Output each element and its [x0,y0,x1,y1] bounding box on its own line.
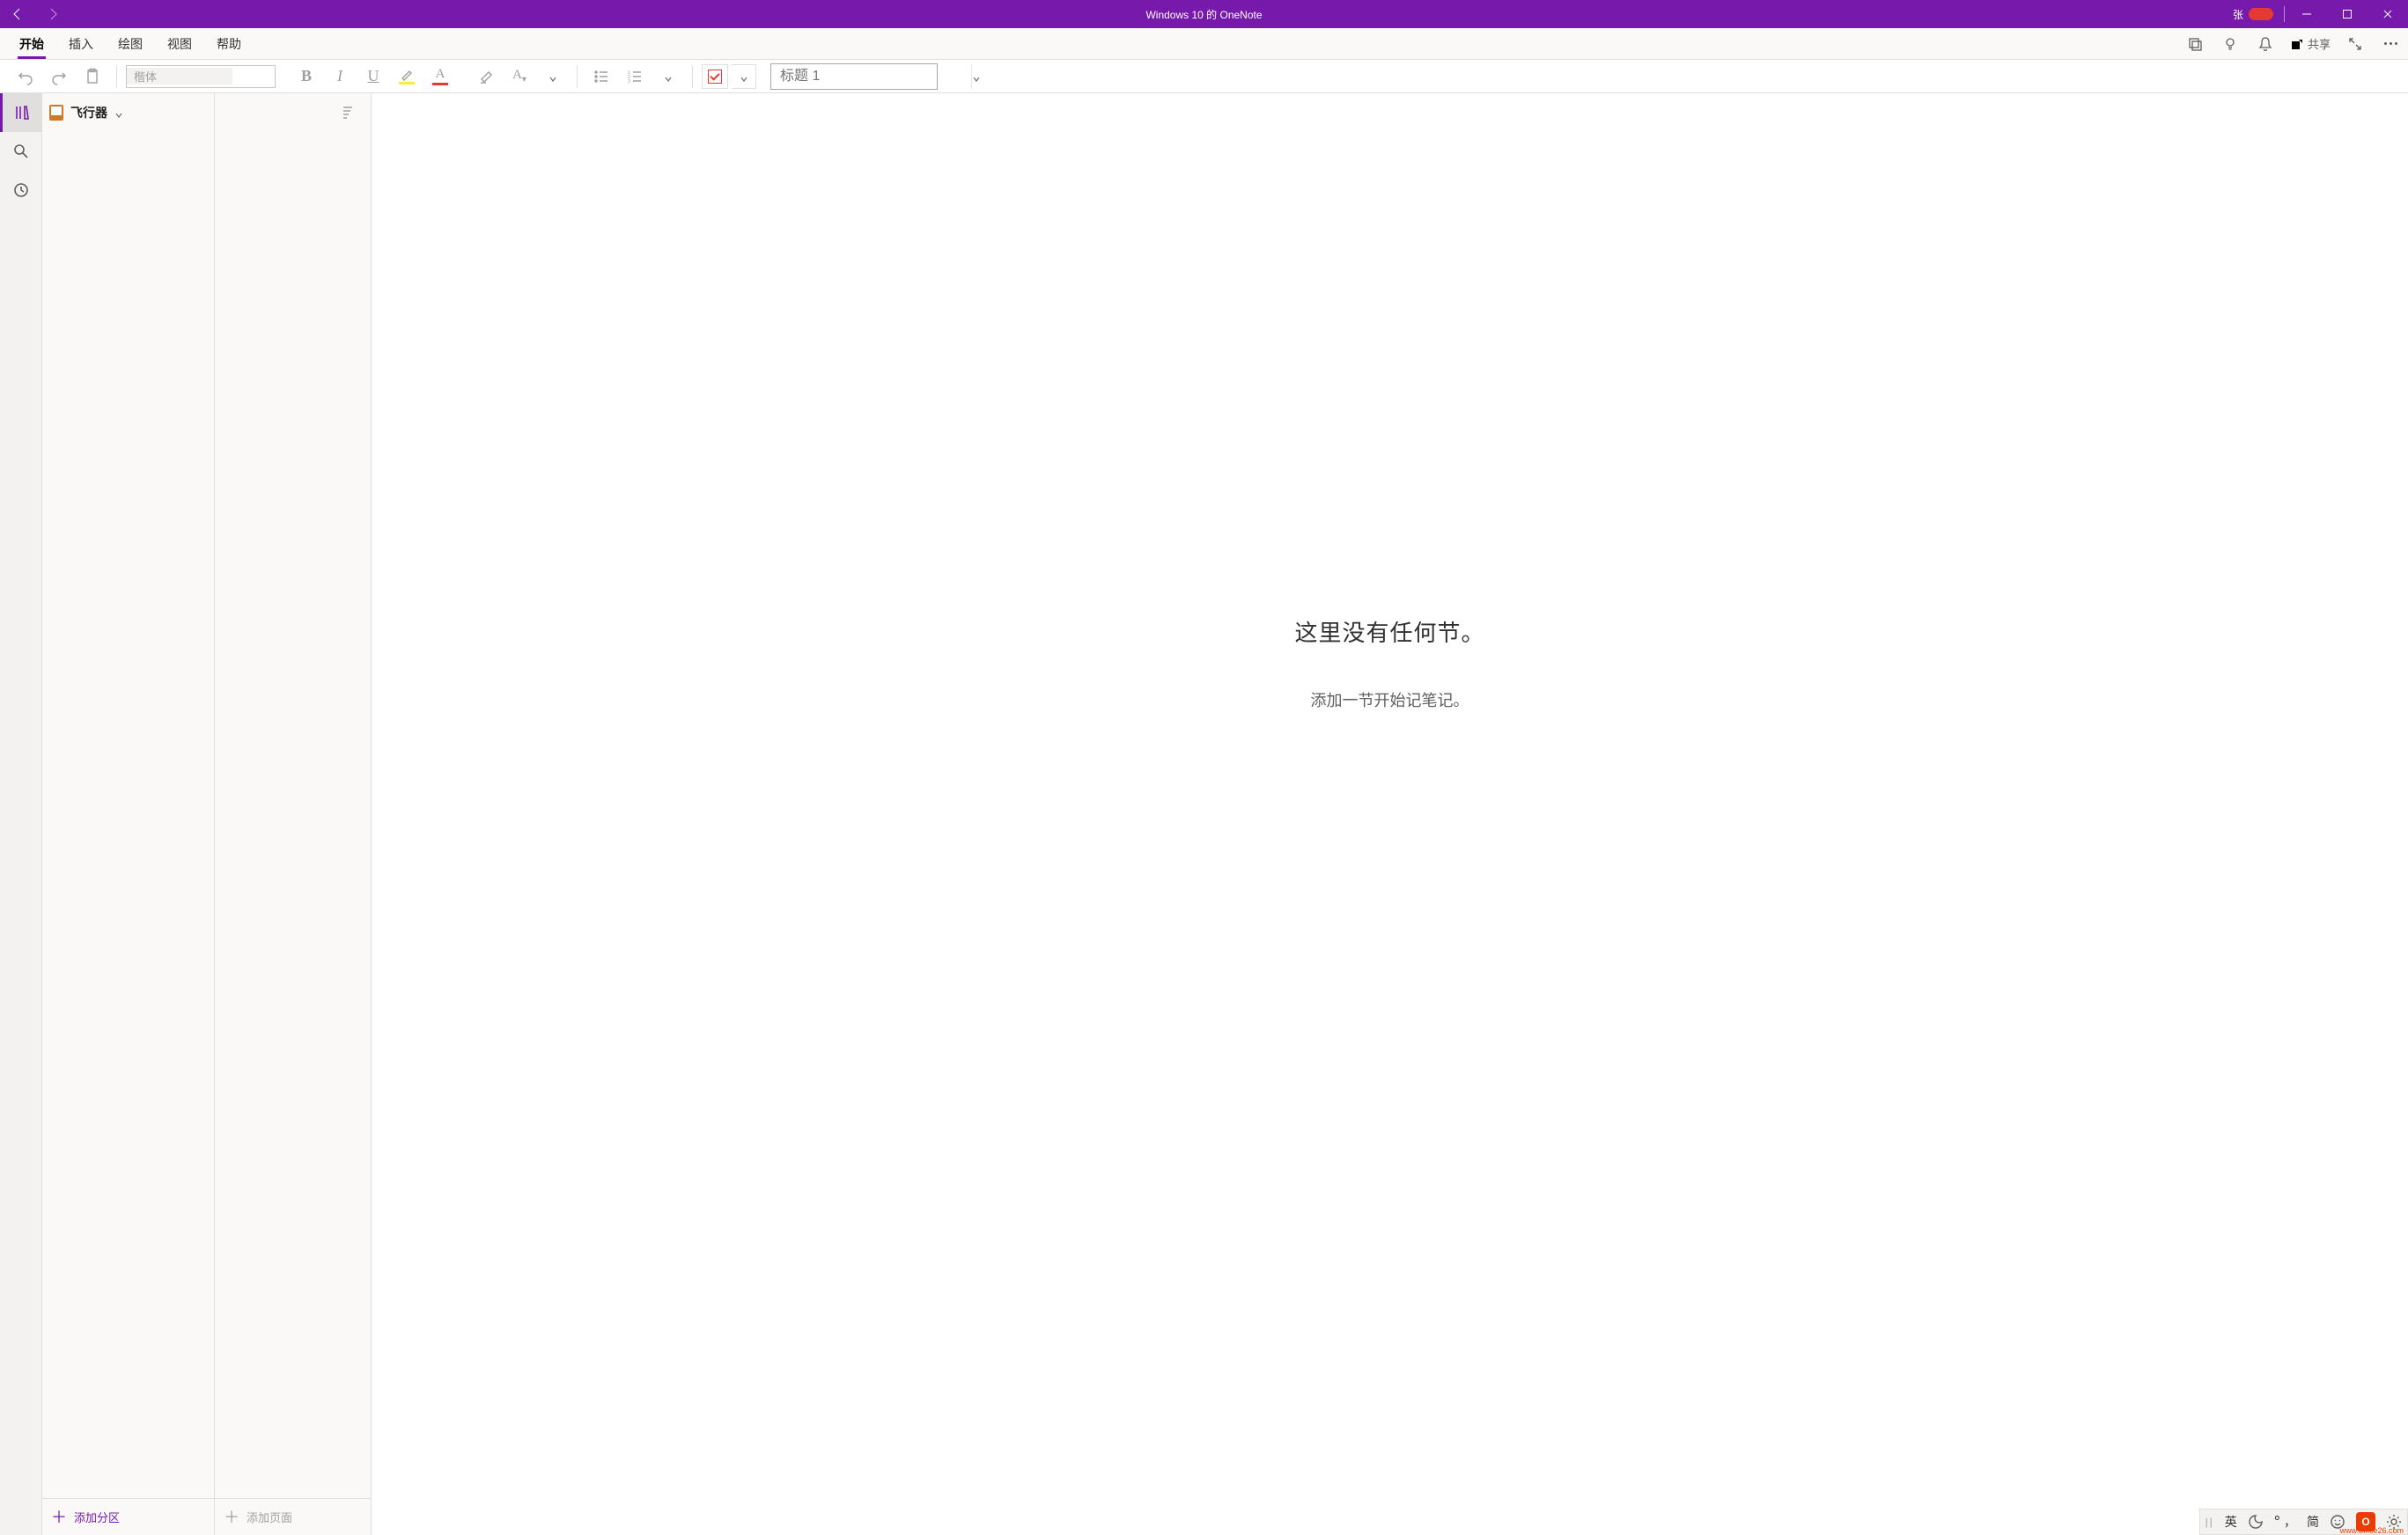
todo-tag-button[interactable] [702,64,728,89]
navigation-rail [0,93,42,1535]
more-formatting-dropdown[interactable] [538,63,568,90]
tab-draw[interactable]: 绘图 [106,28,155,59]
watermark-text: www.office26.com [2340,1526,2404,1535]
empty-state-subtitle: 添加一节开始记笔记。 [372,688,2408,711]
app-title: Windows 10 的 OneNote [0,7,2408,22]
plus-icon: ＋ [51,1509,67,1525]
window-close-button[interactable] [2367,0,2408,28]
separator [2284,6,2285,22]
notebook-selector[interactable]: 飞行器 [42,93,214,132]
recent-rail-button[interactable] [0,171,42,209]
ime-tray: || 英 °， 简 O www.office26.com [2199,1509,2408,1535]
fullscreen-button[interactable] [2338,28,2373,59]
open-in-new-window-button[interactable] [2177,28,2213,59]
font-family-value: 楷体 [127,68,232,84]
window-minimize-button[interactable] [2286,0,2327,28]
notebook-name: 飞行器 [70,104,107,121]
clipboard-button[interactable] [77,63,107,90]
sections-panel: 飞行器 ＋ 添加分区 [42,93,215,1535]
redo-button[interactable] [44,63,74,90]
user-name: 张 [2233,7,2243,22]
ribbon-toolbar: 楷体 B I U A A▾ 123 [0,60,2408,93]
nav-back-button[interactable] [0,0,35,28]
notifications-bell-button[interactable] [2248,28,2283,59]
sort-pages-button[interactable] [332,99,362,126]
text-style-button[interactable]: A▾ [504,63,534,90]
underline-button[interactable]: U [358,63,388,90]
user-badge [2249,8,2273,20]
titlebar: Windows 10 的 OneNote 张 [0,0,2408,28]
add-page-label: 添加页面 [247,1509,292,1525]
chevron-down-icon [114,108,123,117]
share-button[interactable]: 共享 [2283,28,2338,59]
bulleted-list-button[interactable] [586,63,616,90]
tab-home[interactable]: 开始 [7,28,56,59]
separator [692,65,693,88]
bold-button[interactable]: B [291,63,321,90]
menu-bar: 开始 插入 绘图 视图 帮助 共享 [0,28,2408,60]
pages-list [215,132,371,1498]
ellipsis-icon [2384,42,2397,45]
tray-drag-handle[interactable]: || [2205,1516,2214,1528]
notebook-icon [49,105,63,121]
note-canvas[interactable]: 这里没有任何节。 添加一节开始记笔记。 || 英 °， 简 O www.offi… [372,93,2408,1535]
ime-language-toggle[interactable]: 英 [2225,1513,2237,1531]
share-label: 共享 [2308,35,2331,52]
nav-forward-button[interactable] [35,0,70,28]
heading-style-input[interactable] [771,69,971,84]
heading-style-dropdown[interactable] [971,64,981,89]
notebooks-rail-button[interactable] [0,93,42,132]
more-options-button[interactable] [2373,28,2408,59]
tab-insert[interactable]: 插入 [56,28,106,59]
separator [577,65,578,88]
pages-panel: ＋ 添加页面 [215,93,372,1535]
separator [116,65,117,88]
numbered-list-button[interactable]: 123 [620,63,650,90]
add-page-button[interactable]: ＋ 添加页面 [215,1498,371,1535]
ime-punctuation-toggle[interactable]: °， [2274,1513,2296,1531]
checkbox-icon [708,70,722,84]
heading-style-select[interactable] [770,63,938,90]
font-color-button[interactable]: A [425,63,455,90]
ime-simplified-toggle[interactable]: 简 [2307,1513,2319,1531]
sections-list [42,132,214,1498]
add-section-button[interactable]: ＋ 添加分区 [42,1498,214,1535]
ime-mode-icon[interactable] [2248,1514,2264,1530]
undo-button[interactable] [11,63,41,90]
tab-help[interactable]: 帮助 [204,28,254,59]
search-rail-button[interactable] [0,132,42,171]
clear-formatting-button[interactable] [471,63,501,90]
tag-dropdown[interactable] [732,64,756,89]
user-account[interactable]: 张 [2224,7,2282,22]
font-family-select[interactable]: 楷体 [126,65,276,88]
tab-view[interactable]: 视图 [155,28,204,59]
window-maximize-button[interactable] [2327,0,2367,28]
italic-button[interactable]: I [325,63,355,90]
plus-icon: ＋ [224,1509,239,1525]
lightbulb-tips-button[interactable] [2213,28,2248,59]
highlight-button[interactable] [392,63,422,90]
add-section-label: 添加分区 [74,1509,120,1525]
svg-text:3: 3 [628,79,630,84]
empty-state-title: 这里没有任何节。 [372,615,2408,648]
list-options-dropdown[interactable] [653,63,683,90]
